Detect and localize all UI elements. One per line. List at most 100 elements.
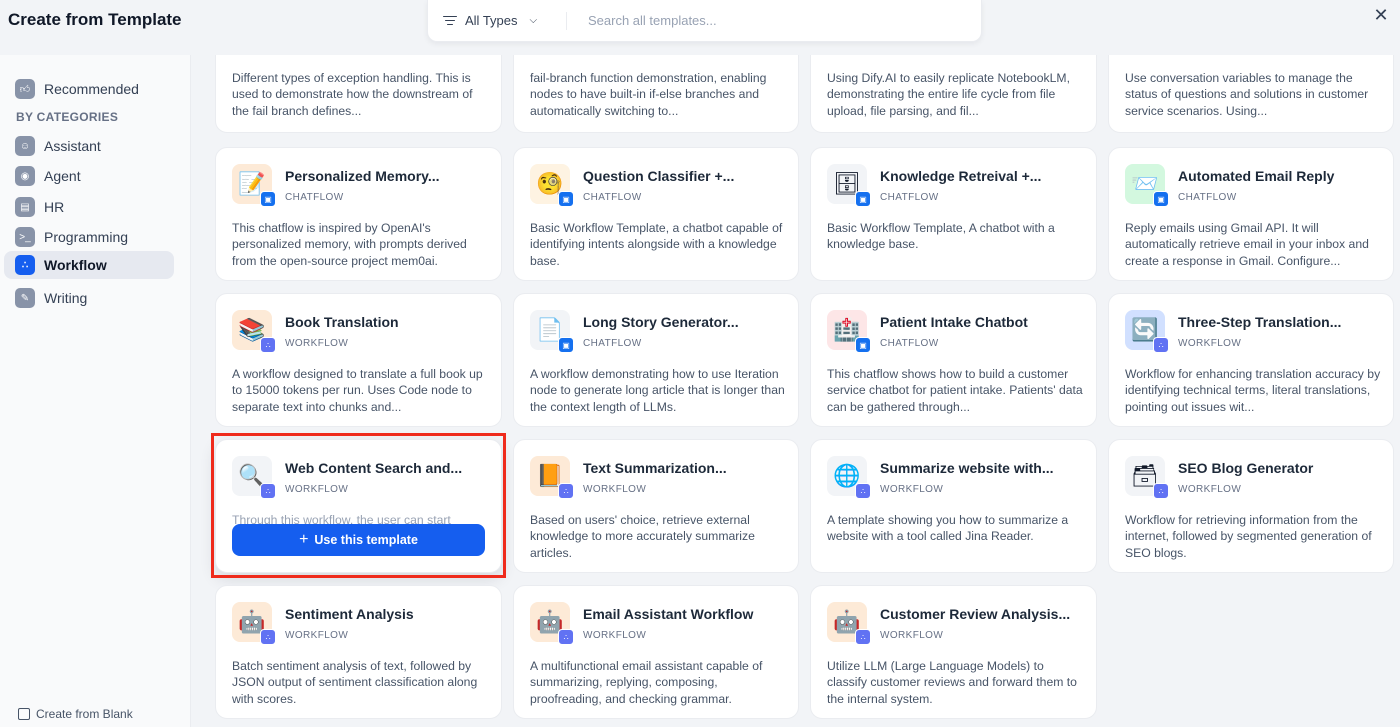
workflow-badge-icon: ∴ (855, 629, 871, 645)
template-name: Patient Intake Chatbot (880, 314, 1028, 330)
agent-icon: ◉ (15, 166, 35, 186)
template-name: Automated Email Reply (1178, 168, 1335, 184)
template-card[interactable]: 📝 ▣ Personalized Memory... CHATFLOW This… (215, 147, 502, 281)
use-template-label: Use this template (314, 533, 418, 547)
template-search-bar: All Types ⌵ (427, 0, 982, 42)
sidebar-item-programming[interactable]: >_ Programming (4, 223, 174, 251)
template-description: A workflow designed to translate a full … (232, 367, 483, 414)
sidebar-item-workflow[interactable]: ∴ Workflow (4, 251, 174, 279)
template-name: Three-Step Translation... (1178, 314, 1342, 330)
template-type: CHATFLOW (1178, 192, 1237, 203)
template-type: WORKFLOW (1178, 484, 1242, 495)
template-description: A workflow demonstrating how to use Iter… (530, 367, 785, 414)
template-type: CHATFLOW (583, 192, 642, 203)
template-type: WORKFLOW (880, 630, 944, 641)
workflow-badge-icon: ∴ (558, 483, 574, 499)
template-card[interactable]: 🤖 ∴ Customer Review Analysis... WORKFLOW… (810, 585, 1097, 719)
template-card[interactable]: 📨 ▣ Automated Email Reply CHATFLOW Reply… (1108, 147, 1394, 281)
search-input[interactable] (588, 0, 981, 41)
sidebar-item-label: Programming (44, 229, 129, 245)
template-type: WORKFLOW (285, 338, 349, 349)
programming-icon: >_ (15, 227, 35, 247)
template-description: Reply emails using Gmail API. It will au… (1125, 221, 1369, 268)
template-card[interactable]: 🌐 ∴ Summarize website with... WORKFLOW A… (810, 439, 1097, 573)
template-description: fail-branch function demonstration, enab… (530, 71, 767, 118)
template-description: This chatflow is inspired by OpenAI's pe… (232, 221, 467, 268)
close-icon[interactable]: ✕ (1370, 4, 1392, 26)
template-type: WORKFLOW (1178, 338, 1242, 349)
sidebar-item-label: Agent (44, 168, 81, 184)
template-description: Workflow for retrieving information from… (1125, 513, 1372, 560)
template-description: Basic Workflow Template, A chatbot with … (827, 221, 1055, 252)
template-card[interactable]: 🧐 ▣ Question Classifier +... CHATFLOW Ba… (513, 147, 799, 281)
template-card[interactable]: 🤖 ∴ Sentiment Analysis WORKFLOW Batch se… (215, 585, 502, 719)
template-card[interactable]: fail-branch function demonstration, enab… (513, 55, 799, 133)
template-card[interactable]: Use conversation variables to manage the… (1108, 55, 1394, 133)
template-card[interactable]: 🗃 ∴ SEO Blog Generator WORKFLOW Workflow… (1108, 439, 1394, 573)
chatflow-badge-icon: ▣ (855, 191, 871, 207)
template-type: CHATFLOW (880, 192, 939, 203)
template-type: WORKFLOW (285, 484, 349, 495)
template-description: A template showing you how to summarize … (827, 513, 1069, 544)
template-description: Basic Workflow Template, a chatbot capab… (530, 221, 783, 268)
sidebar-item-agent[interactable]: ◉ Agent (4, 162, 174, 190)
type-filter-dropdown[interactable]: All Types ⌵ (428, 0, 566, 41)
template-card[interactable]: 🏥 ▣ Patient Intake Chatbot CHATFLOW This… (810, 293, 1097, 427)
sidebar-item-hr[interactable]: ▤ HR (4, 193, 174, 221)
dialog-title: Create from Template (8, 10, 182, 29)
template-description: Workflow for enhancing translation accur… (1125, 367, 1381, 414)
template-card[interactable]: 🗄 ▣ Knowledge Retreival +... CHATFLOW Ba… (810, 147, 1097, 281)
template-type: WORKFLOW (583, 630, 647, 641)
template-name: Sentiment Analysis (285, 606, 414, 622)
template-card[interactable]: Different types of exception handling. T… (215, 55, 502, 133)
close-area: ✕ (1366, 0, 1400, 55)
template-type: CHATFLOW (285, 192, 344, 203)
template-description: A multifunctional email assistant capabl… (530, 659, 763, 706)
template-name: Email Assistant Workflow (583, 606, 754, 622)
chevron-down-icon: ⌵ (529, 15, 538, 26)
template-card[interactable]: 🔄 ∴ Three-Step Translation... WORKFLOW W… (1108, 293, 1394, 427)
template-name: Customer Review Analysis... (880, 606, 1071, 622)
template-card[interactable]: 📚 ∴ Book Translation WORKFLOW A workflow… (215, 293, 502, 427)
template-card[interactable]: 📄 ▣ Long Story Generator... CHATFLOW A w… (513, 293, 799, 427)
template-description: This chatflow shows how to build a custo… (827, 367, 1083, 414)
sidebar-item-assistant[interactable]: ☺ Assistant (4, 132, 174, 160)
thumbs-up-icon: 👍︎ (15, 79, 35, 99)
template-card[interactable]: 📙 ∴ Text Summarization... WORKFLOW Based… (513, 439, 799, 573)
sidebar-item-label: HR (44, 199, 65, 215)
template-name: Book Translation (285, 314, 399, 330)
use-template-button[interactable]: + Use this template (232, 524, 485, 556)
hr-icon: ▤ (15, 197, 35, 217)
workflow-icon: ∴ (15, 255, 35, 275)
divider (566, 11, 567, 30)
template-description: Use conversation variables to manage the… (1125, 71, 1369, 118)
template-type: WORKFLOW (285, 630, 349, 641)
sidebar-item-label: Recommended (44, 81, 139, 97)
template-card[interactable]: 🔍 ∴ Web Content Search and... WORKFLOW T… (215, 439, 502, 573)
writing-icon: ✎ (15, 288, 35, 308)
template-type: WORKFLOW (583, 484, 647, 495)
sidebar-item-label: Writing (44, 290, 88, 306)
template-description: Utilize LLM (Large Language Models) to c… (827, 659, 1077, 706)
template-type: CHATFLOW (880, 338, 939, 349)
create-from-blank-label: Create from Blank (36, 707, 133, 721)
template-type: WORKFLOW (880, 484, 944, 495)
assistant-icon: ☺ (15, 136, 35, 156)
sidebar-item-label: Assistant (44, 138, 101, 154)
workflow-badge-icon: ∴ (260, 483, 276, 499)
workflow-badge-icon: ∴ (558, 629, 574, 645)
create-from-blank-link[interactable]: Create from Blank (18, 707, 133, 721)
template-description: Using Dify.AI to easily replicate Notebo… (827, 71, 1070, 118)
sidebar-item-writing[interactable]: ✎ Writing (4, 284, 174, 312)
chatflow-badge-icon: ▣ (1153, 191, 1169, 207)
template-card[interactable]: 🤖 ∴ Email Assistant Workflow WORKFLOW A … (513, 585, 799, 719)
template-name: SEO Blog Generator (1178, 460, 1314, 476)
template-name: Personalized Memory... (285, 168, 440, 184)
template-name: Knowledge Retreival +... (880, 168, 1042, 184)
workflow-badge-icon: ∴ (260, 337, 276, 353)
template-name: Long Story Generator... (583, 314, 739, 330)
template-description: Different types of exception handling. T… (232, 71, 473, 118)
template-description: Batch sentiment analysis of text, follow… (232, 659, 478, 706)
sidebar-item-recommended[interactable]: 👍︎ Recommended (4, 75, 174, 103)
template-card[interactable]: Using Dify.AI to easily replicate Notebo… (810, 55, 1097, 133)
